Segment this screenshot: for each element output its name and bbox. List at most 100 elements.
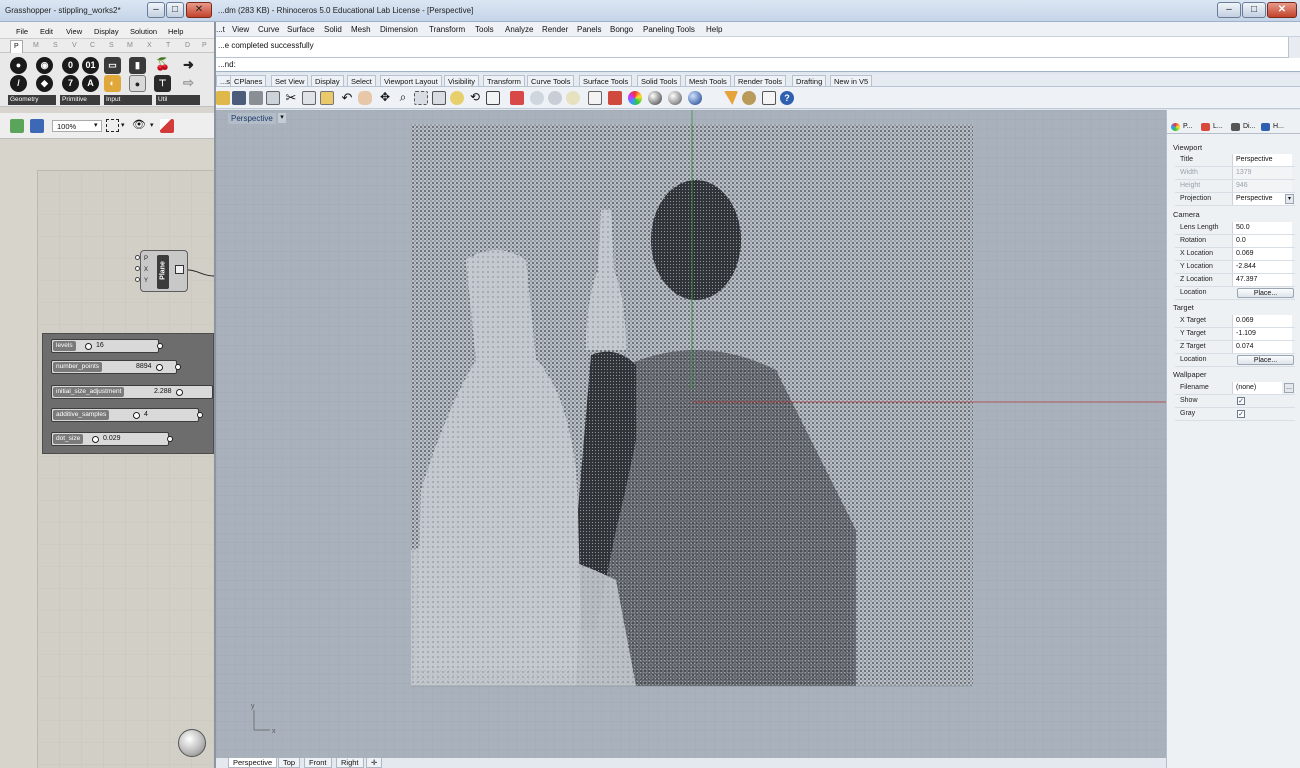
help-icon[interactable]: ? xyxy=(780,91,794,105)
plane-input-grip[interactable] xyxy=(135,266,140,271)
show-checkbox[interactable]: ✓ xyxy=(1237,397,1245,405)
slider-handle[interactable] xyxy=(92,436,99,443)
cat-tab-curve[interactable]: C xyxy=(90,42,95,49)
menu-panels[interactable]: Panels xyxy=(577,25,601,34)
ribbon-group-primitive[interactable]: Primitive xyxy=(60,95,100,105)
paste-icon[interactable] xyxy=(320,91,334,105)
button-input-icon[interactable]: ● xyxy=(129,75,146,92)
layer-icon[interactable] xyxy=(588,91,602,105)
open-file-icon[interactable] xyxy=(10,119,24,133)
cat-tab-transform[interactable]: T xyxy=(166,42,170,49)
tab-display[interactable]: Display xyxy=(311,75,344,86)
browse-button[interactable]: … xyxy=(1284,383,1294,393)
sketch-icon[interactable] xyxy=(160,119,174,133)
tab-cplanes[interactable]: CPlanes xyxy=(230,75,267,86)
gh-menu-view[interactable]: View xyxy=(66,27,82,36)
tab-mesh-tools[interactable]: Mesh Tools xyxy=(685,75,731,86)
slider-output-grip[interactable] xyxy=(175,364,181,370)
minimize-button[interactable]: – xyxy=(1217,2,1241,18)
maximize-button[interactable]: □ xyxy=(1242,2,1266,18)
tab-select[interactable]: Select xyxy=(347,75,376,86)
cat-tab-sets[interactable]: S xyxy=(53,42,58,49)
ribbon-group-geometry[interactable]: Geometry xyxy=(8,95,56,105)
menu-render[interactable]: Render xyxy=(542,25,568,34)
cat-tab-params[interactable]: P xyxy=(10,40,23,53)
gh-minimize-button[interactable]: – xyxy=(147,2,165,18)
copy-icon[interactable] xyxy=(302,91,316,105)
menu-paneling-tools[interactable]: Paneling Tools xyxy=(643,25,695,34)
open-icon[interactable] xyxy=(216,91,230,105)
prop-yt-value[interactable]: -1.109 xyxy=(1232,328,1292,340)
slider-handle[interactable] xyxy=(156,364,163,371)
plane-input-grip[interactable] xyxy=(135,277,140,282)
tab-viewport-layout[interactable]: Viewport Layout xyxy=(380,75,442,86)
geometry-param-icon[interactable]: ● xyxy=(10,57,27,74)
projection-dropdown-icon[interactable]: ▾ xyxy=(1285,194,1294,204)
cat-tab-maths[interactable]: M xyxy=(33,42,39,49)
integer-param-icon[interactable]: 01 xyxy=(82,57,99,74)
command-history-scrollbar[interactable] xyxy=(1288,37,1300,58)
lightbulb-icon[interactable] xyxy=(566,91,580,105)
curve-param-icon[interactable]: ◉ xyxy=(36,57,53,74)
pan-icon[interactable] xyxy=(358,91,372,105)
zoom-selected-icon[interactable] xyxy=(450,91,464,105)
tab-drafting[interactable]: Drafting xyxy=(792,75,827,86)
menu-curve[interactable]: Curve xyxy=(258,25,279,34)
zoom-window-icon[interactable] xyxy=(414,91,428,105)
prop-yloc-value[interactable]: -2.844 xyxy=(1232,261,1292,273)
plane-component-body[interactable]: P X Y Plane xyxy=(140,250,188,292)
viewport-menu-arrow-icon[interactable]: ▾ xyxy=(278,113,286,123)
menu-edit[interactable]: ...t xyxy=(216,25,225,34)
gh-menu-solution[interactable]: Solution xyxy=(130,27,157,36)
tab-display[interactable]: Di... xyxy=(1229,120,1255,133)
prop-xt-value[interactable]: 0.069 xyxy=(1232,315,1292,327)
gh-menu-edit[interactable]: Edit xyxy=(40,27,53,36)
panel-input-icon[interactable]: ▮ xyxy=(129,57,146,74)
prop-filename-value[interactable]: (none) xyxy=(1232,382,1282,394)
gh-menu-file[interactable]: File xyxy=(16,27,28,36)
menu-tools[interactable]: Tools xyxy=(475,25,494,34)
text-param-icon[interactable]: A xyxy=(82,75,99,92)
save-file-icon[interactable] xyxy=(30,119,44,133)
slider-input-icon[interactable]: ▭ xyxy=(104,57,121,74)
gate-icon[interactable]: ⊤ xyxy=(154,75,171,92)
cat-tab-mesh[interactable]: M xyxy=(127,42,133,49)
preview-dropdown-icon[interactable]: ▾ xyxy=(150,121,154,129)
cat-tab-surface[interactable]: S xyxy=(109,42,114,49)
four-viewports-icon[interactable] xyxy=(486,91,500,105)
print-icon[interactable] xyxy=(249,91,263,105)
settings-icon[interactable] xyxy=(742,91,756,105)
number-param-icon[interactable]: 7 xyxy=(62,75,79,92)
slider-dot-size[interactable]: dot_size 0.029 xyxy=(51,432,173,446)
slider-handle[interactable] xyxy=(133,412,140,419)
viewport-tab-front[interactable]: Front xyxy=(304,758,332,768)
cat-tab-plugin[interactable]: P xyxy=(202,42,207,49)
cat-tab-intersect[interactable]: X xyxy=(147,42,152,49)
gh-menu-display[interactable]: Display xyxy=(94,27,119,36)
boolean-param-icon[interactable]: 0 xyxy=(62,57,79,74)
jump-icon[interactable]: ⇨ xyxy=(180,75,197,92)
tab-properties[interactable]: P... xyxy=(1169,120,1193,133)
preview-eye-icon[interactable]: 👁 xyxy=(132,120,146,131)
gh-close-button[interactable]: ✕ xyxy=(186,2,212,18)
zoom-extents-dropdown-icon[interactable]: ▾ xyxy=(121,121,125,129)
viewport-tab-right[interactable]: Right xyxy=(336,758,364,768)
tab-new-in-v5[interactable]: New in V5 xyxy=(830,75,873,86)
slider-levels[interactable]: levels 16 xyxy=(51,339,163,353)
rendered-icon[interactable] xyxy=(688,91,702,105)
tab-solid-tools[interactable]: Solid Tools xyxy=(637,75,682,86)
lock-icon[interactable] xyxy=(548,91,562,105)
color-icon[interactable] xyxy=(628,91,642,105)
prop-zt-value[interactable]: 0.074 xyxy=(1232,341,1292,353)
grid-snap-icon[interactable] xyxy=(762,91,776,105)
material-icon[interactable] xyxy=(608,91,622,105)
grasshopper-canvas[interactable] xyxy=(0,140,214,768)
slider-additive-samples[interactable]: additive_samples 4 xyxy=(51,408,203,422)
target-place-button[interactable]: Place... xyxy=(1237,355,1294,365)
filter-icon[interactable] xyxy=(724,91,738,105)
gh-menu-help[interactable]: Help xyxy=(168,27,183,36)
tab-surface-tools[interactable]: Surface Tools xyxy=(579,75,633,86)
cat-tab-display[interactable]: D xyxy=(185,42,190,49)
slider-initial-size-adjustment[interactable]: initial_size_adjustment 2.288 xyxy=(51,385,213,399)
menu-solid[interactable]: Solid xyxy=(324,25,342,34)
